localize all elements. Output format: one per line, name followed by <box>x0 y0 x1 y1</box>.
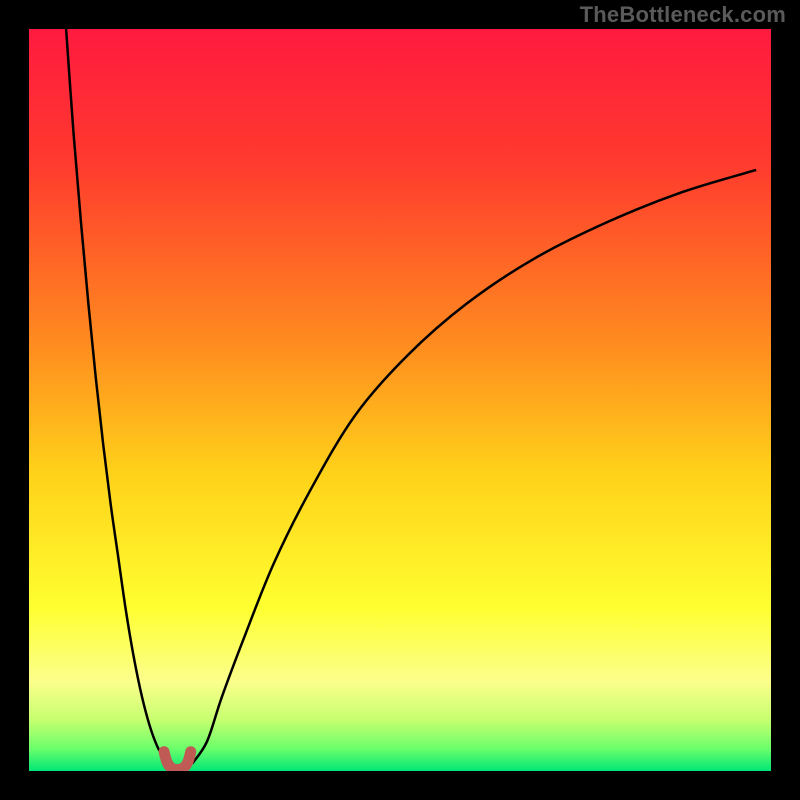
chart-frame: TheBottleneck.com <box>0 0 800 800</box>
bottleneck-chart <box>0 0 800 800</box>
plot-background <box>29 29 771 771</box>
watermark-label: TheBottleneck.com <box>580 2 786 28</box>
